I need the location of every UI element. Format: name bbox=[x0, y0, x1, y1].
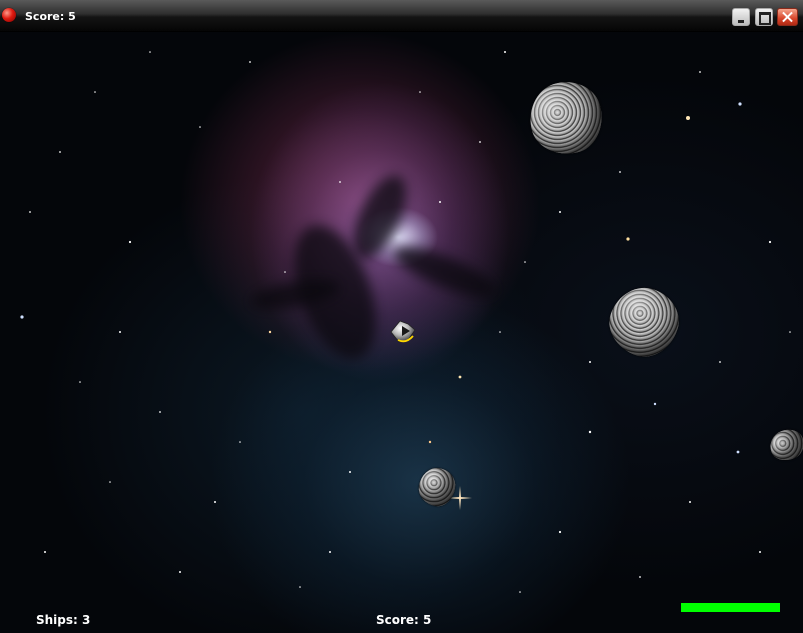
window-title: Score: 5 bbox=[25, 10, 76, 23]
ships-remaining-label: Ships: 3 bbox=[36, 613, 91, 627]
game-window: Score: 5 Ships: 3 Score: 5 bbox=[0, 0, 803, 633]
score-label: Score: 5 bbox=[376, 613, 432, 627]
health-bar-fill bbox=[681, 603, 780, 612]
close-button[interactable] bbox=[777, 8, 798, 26]
game-playfield[interactable]: Ships: 3 Score: 5 bbox=[0, 32, 803, 633]
minimize-button[interactable] bbox=[732, 8, 750, 26]
health-bar bbox=[681, 603, 780, 612]
maximize-button[interactable] bbox=[755, 8, 773, 26]
red-orb-icon[interactable] bbox=[2, 8, 16, 22]
player-ship bbox=[390, 320, 416, 343]
title-bar[interactable]: Score: 5 bbox=[0, 0, 803, 32]
